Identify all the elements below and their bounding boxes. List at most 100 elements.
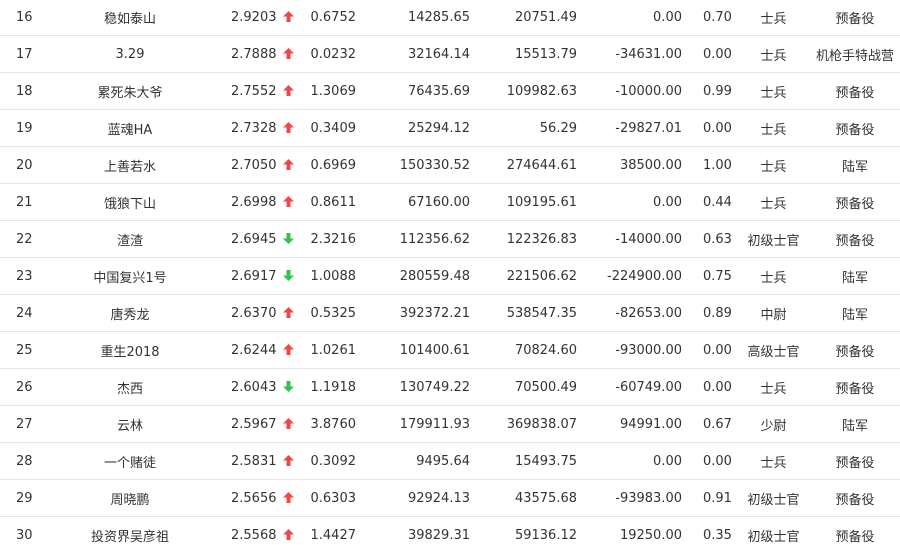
metric-cell-3-text: 109195.61 bbox=[506, 194, 577, 210]
metric-cell-4-text: -93000.00 bbox=[615, 342, 682, 358]
group-cell: 陆军 bbox=[810, 405, 900, 443]
ratio-cell-text: 0.99 bbox=[703, 83, 732, 99]
metric-cell-2-text: 25294.12 bbox=[407, 120, 470, 136]
table-row: 22 渣渣 2.6945 2.3216 112356.62 122326.83 -14000… bbox=[0, 220, 900, 258]
group-cell-text: 预备役 bbox=[835, 492, 875, 508]
rank-cell-text: 16 bbox=[16, 9, 33, 25]
rank-title-cell: 士兵 bbox=[737, 109, 810, 147]
ratio-cell: 0.67 bbox=[695, 405, 737, 443]
metric-cell-1: 3.8760 bbox=[300, 405, 362, 443]
arrow-up-icon bbox=[282, 158, 294, 170]
arrow-up-icon bbox=[282, 306, 294, 318]
metric-cell-4: -60749.00 bbox=[582, 368, 695, 406]
rank-cell-text: 22 bbox=[16, 231, 33, 247]
group-cell: 预备役 bbox=[810, 368, 900, 406]
metric-cell-2-text: 76435.69 bbox=[407, 83, 470, 99]
metric-cell-1: 0.6303 bbox=[300, 479, 362, 517]
metric-cell-1-text: 3.8760 bbox=[310, 416, 357, 432]
name-cell-text: 饿狼下山 bbox=[103, 196, 156, 212]
metric-cell-3: 15513.79 bbox=[475, 35, 582, 73]
metric-cell-2: 9495.64 bbox=[362, 442, 475, 480]
group-cell-text: 陆军 bbox=[841, 418, 868, 434]
metric-cell-3-text: 122326.83 bbox=[506, 231, 577, 247]
arrow-up-icon bbox=[282, 47, 294, 59]
table-row: 29 周晓鹏 2.5656 0.6303 92924.13 43575.68 -93983.… bbox=[0, 479, 900, 517]
metric-cell-1-text: 1.0088 bbox=[310, 268, 357, 284]
rank-title-cell: 初级士官 bbox=[737, 479, 810, 517]
ratio-cell-text: 0.00 bbox=[703, 342, 732, 358]
metric-cell-1-text: 2.3216 bbox=[310, 231, 357, 247]
arrow-up-icon bbox=[282, 491, 294, 503]
ratio-cell: 0.63 bbox=[695, 220, 737, 258]
rank-title-cell: 士兵 bbox=[737, 146, 810, 184]
group-cell: 陆军 bbox=[810, 257, 900, 295]
rank-cell: 23 bbox=[0, 257, 55, 295]
metric-cell-4-text: 38500.00 bbox=[619, 157, 682, 173]
metric-cell-4: -14000.00 bbox=[582, 220, 695, 258]
value-cell-text: 2.6945 bbox=[231, 231, 277, 247]
group-cell: 预备役 bbox=[810, 183, 900, 221]
metric-cell-4-text: 0.00 bbox=[653, 453, 682, 469]
value-cell: 2.5831 bbox=[205, 442, 300, 480]
arrow-up-icon bbox=[282, 195, 294, 207]
value-cell: 2.9203 bbox=[205, 0, 300, 36]
metric-cell-4: 0.00 bbox=[582, 183, 695, 221]
metric-cell-1-text: 0.6303 bbox=[310, 490, 357, 506]
metric-cell-1-text: 1.4427 bbox=[310, 527, 357, 543]
name-cell-text: 稳如泰山 bbox=[103, 11, 156, 27]
metric-cell-1: 0.6752 bbox=[300, 0, 362, 36]
ratio-cell-text: 0.00 bbox=[703, 453, 732, 469]
group-cell-text: 陆军 bbox=[841, 307, 868, 323]
metric-cell-2: 76435.69 bbox=[362, 72, 475, 110]
metric-cell-3: 43575.68 bbox=[475, 479, 582, 517]
metric-cell-1: 1.0261 bbox=[300, 331, 362, 369]
table-row: 26 杰西 2.6043 1.1918 130749.22 70500.49 -60749.… bbox=[0, 368, 900, 406]
metric-cell-2-text: 112356.62 bbox=[399, 231, 470, 247]
name-cell-text: 一个赌徒 bbox=[103, 455, 156, 471]
ratio-cell-text: 0.00 bbox=[703, 379, 732, 395]
metric-cell-4: -93983.00 bbox=[582, 479, 695, 517]
metric-cell-3: 109195.61 bbox=[475, 183, 582, 221]
metric-cell-2: 39829.31 bbox=[362, 517, 475, 554]
ratio-cell: 0.70 bbox=[695, 0, 737, 36]
group-cell-text: 预备役 bbox=[835, 11, 875, 27]
name-cell: 蓝魂HA bbox=[55, 109, 205, 147]
name-cell: 中国复兴1号 bbox=[55, 257, 205, 295]
metric-cell-3: 15493.75 bbox=[475, 442, 582, 480]
metric-cell-1: 0.6969 bbox=[300, 146, 362, 184]
ratio-cell-text: 1.00 bbox=[703, 157, 732, 173]
value-cell: 2.6998 bbox=[205, 183, 300, 221]
name-cell: 渣渣 bbox=[55, 220, 205, 258]
metric-cell-3-text: 274644.61 bbox=[506, 157, 577, 173]
rank-cell-text: 27 bbox=[16, 416, 33, 432]
metric-cell-1-text: 0.6752 bbox=[310, 9, 357, 25]
name-cell-text: 投资界吴彦祖 bbox=[90, 529, 169, 545]
rank-title-cell: 士兵 bbox=[737, 72, 810, 110]
rank-title-cell-text: 初级士官 bbox=[747, 492, 800, 508]
rank-title-cell-text: 士兵 bbox=[760, 196, 787, 212]
metric-cell-1-text: 0.0232 bbox=[310, 46, 357, 62]
metric-cell-3-text: 109982.63 bbox=[506, 83, 577, 99]
metric-cell-3-text: 43575.68 bbox=[514, 490, 577, 506]
metric-cell-4: -29827.01 bbox=[582, 109, 695, 147]
ratio-cell-text: 0.89 bbox=[703, 305, 732, 321]
table-row: 19 蓝魂HA 2.7328 0.3409 25294.12 56.29 -29827.01… bbox=[0, 109, 900, 147]
value-cell: 2.7328 bbox=[205, 109, 300, 147]
metric-cell-2-text: 32164.14 bbox=[407, 46, 470, 62]
arrow-up-icon bbox=[282, 528, 294, 540]
group-cell: 机枪手特战营 bbox=[810, 35, 900, 73]
value-cell: 2.7552 bbox=[205, 72, 300, 110]
name-cell-text: 3.29 bbox=[115, 46, 145, 62]
rank-title-cell-text: 士兵 bbox=[760, 11, 787, 27]
metric-cell-3-text: 15513.79 bbox=[514, 46, 577, 62]
metric-cell-1: 1.3069 bbox=[300, 72, 362, 110]
name-cell: 唐秀龙 bbox=[55, 294, 205, 332]
ratio-cell: 0.00 bbox=[695, 442, 737, 480]
metric-cell-4: 94991.00 bbox=[582, 405, 695, 443]
rank-cell: 25 bbox=[0, 331, 55, 369]
value-cell-text: 2.7888 bbox=[231, 46, 277, 62]
metric-cell-1-text: 0.3409 bbox=[310, 120, 357, 136]
value-cell-text: 2.5568 bbox=[231, 527, 277, 543]
ratio-cell: 0.99 bbox=[695, 72, 737, 110]
rank-cell-text: 19 bbox=[16, 120, 33, 136]
